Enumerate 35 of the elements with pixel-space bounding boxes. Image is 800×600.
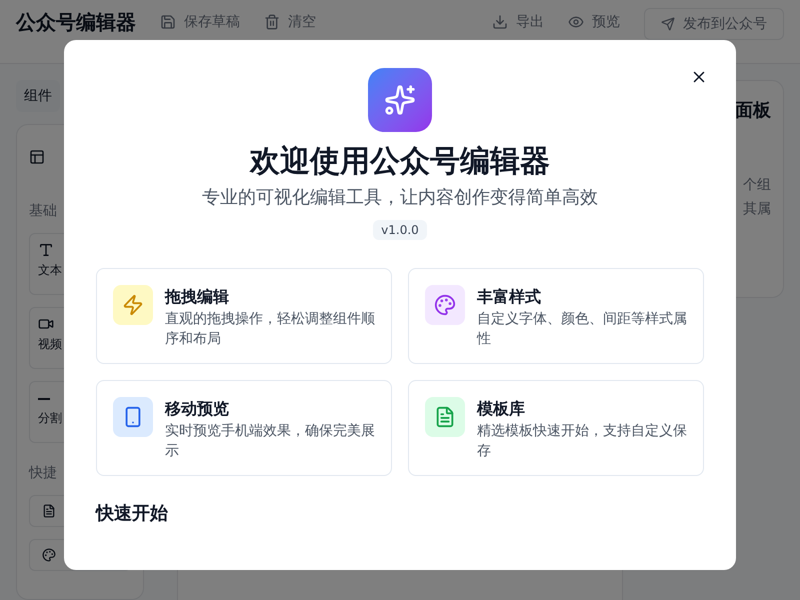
quick-icon [42,548,56,562]
dialog-subtitle: 专业的可视化编辑工具，让内容创作变得简单高效 [202,186,598,210]
feature-title: 拖拽编辑 [165,286,230,308]
feature-description: 实时预览手机端效果，确保完美展示 [165,422,375,461]
feature-description: 精选模板快速开始，支持自定义保存 [477,422,687,461]
component-icon [38,242,54,258]
panel-text: 其属 [743,200,771,219]
feature-title: 移动预览 [165,398,230,420]
send-icon [661,17,675,31]
feature-description: 自定义字体、颜色、间距等样式属性 [477,310,687,349]
toolbar-button[interactable]: 保存草稿 [160,8,240,36]
panel-title: 面板 [735,99,771,123]
toolbar-icon [160,14,176,30]
toolbar-icon [264,14,280,30]
toolbar-icon [568,14,584,30]
panel-tab[interactable]: 组件 [16,80,60,112]
toolbar-button[interactable]: 预览 [568,8,620,36]
feature-description: 直观的拖拽操作，轻松调整组件顺序和布局 [165,310,375,349]
dialog-title: 欢迎使用公众号编辑器 [250,144,550,180]
layout-icon [29,149,45,165]
quick-icon [42,504,56,518]
toolbar-button[interactable]: 清空 [264,8,316,36]
section-label: 基础 [29,202,58,221]
sparkle-icon [384,84,416,116]
publish-button[interactable]: 发布到公众号 [644,8,784,40]
feature-title: 丰富样式 [477,286,542,308]
section-label: 快捷 [29,464,58,483]
version-badge: v1.0.0 [373,220,427,240]
app-title: 公众号编辑器 [16,9,136,36]
panel-text: 个组 [743,176,771,195]
feature-title: 模板库 [477,398,526,420]
toolbar-button[interactable]: 导出 [492,8,544,36]
divider-icon [38,398,50,400]
section-title: 快速开始 [96,502,168,526]
toolbar-icon [492,14,508,30]
